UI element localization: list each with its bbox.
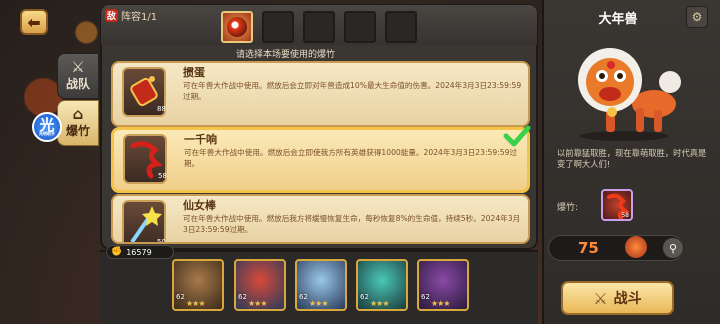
formation-slot[interactable] [344,11,376,43]
hero-level: 62 [238,293,247,301]
firecracker-icon: ⌂ [72,105,84,123]
hero-card[interactable]: 62 ★★★ [234,259,286,311]
hero-stars: ★★★ [370,299,389,308]
item-desc: 可在年兽大作战中使用。燃放后会立即使我方所有英雄获得1000能量。2024年3月… [184,148,518,168]
formation-count: 阵容1/1 [121,12,158,23]
item-desc: 可在年兽大作战中使用。燃放后我方将缓慢恢复生命，每秒恢复8%的生命值，持续5秒。… [183,214,521,234]
cost-value: 75 [578,239,599,257]
tab-firecracker-label: 爆竹 [65,124,90,138]
magnify-button[interactable]: ⚲ [662,237,684,259]
formation-slot-boss[interactable] [221,11,253,43]
hero-level: 62 [421,293,430,301]
gear-icon: ⚙ [691,10,703,24]
hero-stars: ★★★ [431,299,450,308]
equipped-qty: 58 [621,212,629,219]
item-name: 一千响 [184,133,217,146]
hero-card[interactable]: 62 ★★★ [417,259,469,311]
hero-level: 62 [176,293,185,301]
item-name: 掼蛋 [183,66,205,79]
badge-sub: 光明助手 [39,130,55,136]
tab-firecracker[interactable]: ⌂ 爆竹 [57,100,99,146]
firecracker-card-selected[interactable]: 58 一千响 可在年兽大作战中使用。燃放后会立即使我方所有英雄获得1000能量。… [111,127,530,193]
firecracker-card[interactable]: 88 掼蛋 可在年兽大作战中使用。燃放后会立即对年兽造成10%最大生命值的伤害。… [111,61,530,127]
fight-label: 战斗 [613,291,642,307]
hero-stars: ★★★ [309,299,328,308]
boss-thumb-icon [227,17,247,37]
hero-level: 62 [299,293,308,301]
formation-slot[interactable] [385,11,417,43]
item-qty: 58 [158,172,167,180]
boss-portrait [578,48,681,141]
enemy-tag: 敌 [105,9,119,22]
power-fist-icon: ✊ [111,247,123,257]
tab-team[interactable]: ⚔ 战队 [57,53,99,99]
firecracker-label: 爆竹: [557,203,579,213]
team-power: ✊ 16579 [106,245,174,259]
team-icon: ⚔ [71,58,85,76]
firecracker-card[interactable]: 50 仙女棒 可在年兽大作战中使用。燃放后我方将缓慢恢复生命，每秒恢复8%的生命… [111,194,530,244]
assistant-badge[interactable]: 光 光明助手 [32,112,62,142]
item-qty: 88 [157,105,166,113]
equipped-firecracker[interactable]: 58 [601,189,633,221]
boss-name: 大年兽 [598,12,638,27]
hero-card[interactable]: 62 ★★★ [172,259,224,311]
fight-button[interactable]: ⚔ 战斗 [561,281,674,315]
settings-button[interactable]: ⚙ [686,6,708,28]
back-button[interactable]: ⬅ [20,9,48,35]
hero-stars: ★★★ [186,299,205,308]
boss-description: 以前靠猛取胜，现在靠萌取胜，时代真是变了啊大人们! [557,148,707,169]
hero-stars: ★★★ [248,299,267,308]
tab-team-label: 战队 [65,77,90,91]
hero-level: 62 [360,293,369,301]
item-desc: 可在年兽大作战中使用。燃放后会立即对年兽造成10%最大生命值的伤害。2024年3… [183,81,522,101]
formation-slot[interactable] [262,11,294,43]
instruction-text: 请选择本场要使用的爆竹 [236,50,336,60]
magnify-icon: ⚲ [668,241,678,255]
crossed-swords-icon: ⚔ [593,288,608,308]
team-power-value: 16579 [126,247,152,257]
hero-card[interactable]: 62 ★★★ [295,259,347,311]
formation-slot[interactable] [303,11,335,43]
item-name: 仙女棒 [183,199,216,212]
back-arrow-icon: ⬅ [27,12,41,32]
item-qty: 50 [157,238,166,244]
lantern-ticket-icon [625,236,647,258]
formation-label: 敌 阵容1/1 [105,8,157,23]
selected-check-icon [503,125,531,147]
hero-card[interactable]: 62 ★★★ [356,259,408,311]
badge-char: 光 [39,115,55,134]
